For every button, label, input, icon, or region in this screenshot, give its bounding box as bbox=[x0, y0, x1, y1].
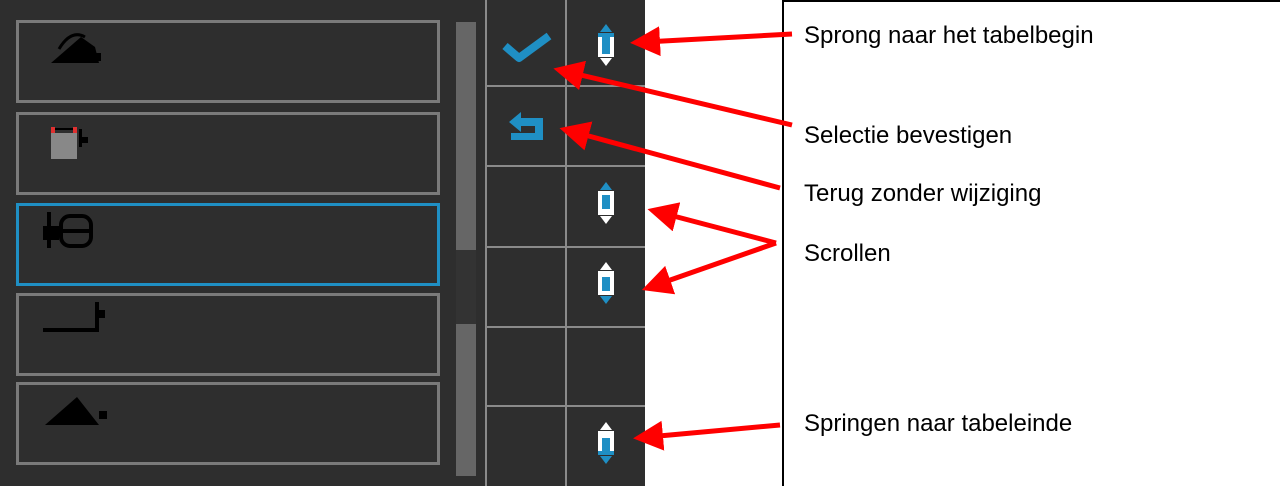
arrow-scroll-up bbox=[647, 202, 777, 246]
arrow-back bbox=[559, 121, 781, 191]
arrow-confirm bbox=[553, 60, 793, 128]
arrow-jump-start bbox=[630, 26, 793, 57]
arrow-jump-end bbox=[633, 420, 781, 451]
annotation-arrows bbox=[553, 26, 793, 451]
arrow-scroll-down bbox=[641, 240, 777, 295]
